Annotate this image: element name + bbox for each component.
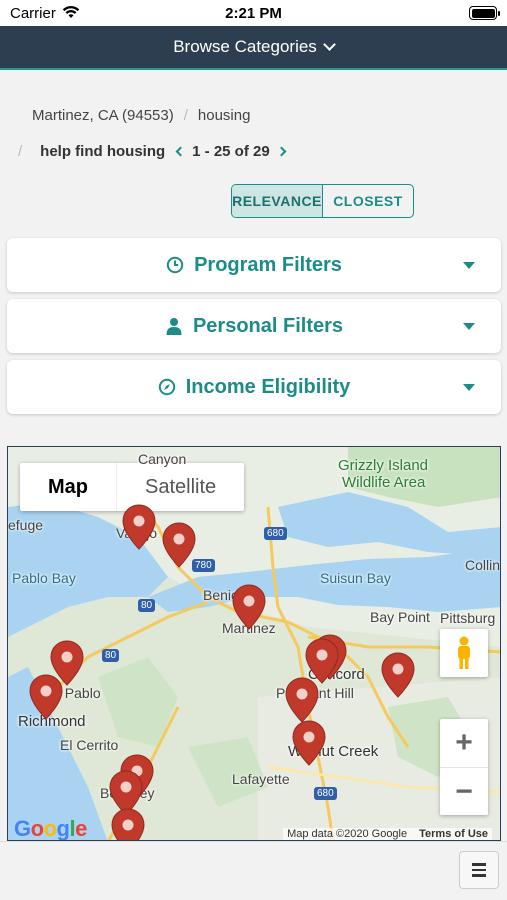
map-label: Benicia [203, 587, 249, 603]
bottom-bar [0, 841, 507, 900]
result-range: 1 - 25 of 29 [192, 143, 270, 160]
income-eligibility-button[interactable]: Income Eligibility [7, 360, 501, 414]
highway-shield: 680 [314, 787, 337, 800]
pagination: 1 - 25 of 29 [175, 143, 287, 160]
highway-shield: 780 [192, 559, 215, 572]
street-view-pegman-icon[interactable] [440, 629, 488, 677]
breadcrumb-separator: / [18, 143, 23, 160]
caret-down-icon [463, 262, 475, 269]
breadcrumb-row-2: / help find housing 1 - 25 of 29 [18, 143, 287, 160]
clock-time: 2:21 PM [225, 5, 282, 22]
map-label: Suisun Bay [320, 570, 391, 586]
sort-toggle: RELEVANCE CLOSEST [231, 184, 414, 218]
breadcrumb-subcategory: help find housing [40, 143, 166, 160]
program-filters-label: Program Filters [194, 253, 342, 276]
map-label: efuge [8, 517, 44, 533]
income-eligibility-label: Income Eligibility [185, 375, 351, 398]
map-label: San Pablo [36, 685, 101, 701]
compass-icon [158, 378, 176, 396]
program-filters-button[interactable]: Program Filters [7, 238, 501, 292]
caret-down-icon [463, 384, 475, 391]
map-label: El Cerrito [60, 737, 119, 753]
highway-shield: 80 [138, 599, 156, 612]
terms-of-use-link[interactable]: Terms of Use [419, 828, 488, 840]
map-label: Pablo Bay [12, 570, 76, 586]
map-label: Lafayette [232, 771, 290, 787]
zoom-out-button[interactable]: − [440, 767, 488, 815]
sort-relevance-button[interactable]: RELEVANCE [232, 185, 323, 217]
map-label: Pleasant Hill [276, 685, 354, 701]
caret-down-icon [463, 323, 475, 330]
map-label: Vallejo [116, 525, 157, 541]
map-label: Richmond [18, 713, 86, 730]
clock-icon [166, 256, 184, 274]
map-label: Walnut Creek [288, 743, 379, 760]
map-label: Wildlife Area [342, 474, 426, 491]
map-label: Pittsburg [440, 610, 496, 626]
map-label: Concord [308, 666, 365, 683]
map-type-satellite-button[interactable]: Satellite [116, 463, 244, 511]
chevron-right-icon[interactable] [276, 146, 287, 157]
chevron-down-icon [322, 38, 336, 51]
battery-icon [469, 6, 500, 20]
map-label: Bay Point [370, 609, 430, 625]
breadcrumb-separator: / [183, 107, 188, 124]
header-title: Browse Categories [173, 37, 317, 56]
map-label: Collin [465, 557, 501, 573]
personal-filters-label: Personal Filters [192, 314, 344, 337]
google-logo: Google [14, 816, 87, 841]
sort-closest-button[interactable]: CLOSEST [323, 185, 413, 217]
map-type-control: Map Satellite [20, 463, 245, 511]
map-label: Grizzly Island [338, 457, 429, 474]
browse-categories-button[interactable]: Browse Categories [0, 26, 507, 70]
zoom-control: + − [440, 719, 488, 815]
map-label: Canyon [138, 451, 187, 467]
map[interactable]: Map Satellite Canyon Grizzly Island Wild… [7, 446, 501, 841]
highway-shield: 80 [102, 649, 120, 662]
highway-shield: 680 [264, 527, 287, 540]
personal-filters-button[interactable]: Personal Filters [7, 299, 501, 353]
map-label: Berkeley [100, 785, 155, 801]
breadcrumb: Martinez, CA (94553) / housing [32, 107, 250, 124]
hamburger-icon[interactable] [459, 851, 499, 889]
zoom-in-button[interactable]: + [440, 719, 488, 767]
status-bar: Carrier 2:21 PM [0, 0, 507, 26]
chevron-left-icon[interactable] [175, 146, 186, 157]
breadcrumb-location[interactable]: Martinez, CA (94553) [32, 107, 174, 124]
map-attribution: Map data ©2020 Google Terms of Use [283, 828, 492, 840]
map-data-credit: Map data ©2020 Google [287, 828, 408, 840]
map-type-map-button[interactable]: Map [20, 463, 116, 511]
map-label: Martinez [222, 620, 276, 636]
person-icon [165, 317, 183, 335]
breadcrumb-category[interactable]: housing [198, 107, 251, 124]
